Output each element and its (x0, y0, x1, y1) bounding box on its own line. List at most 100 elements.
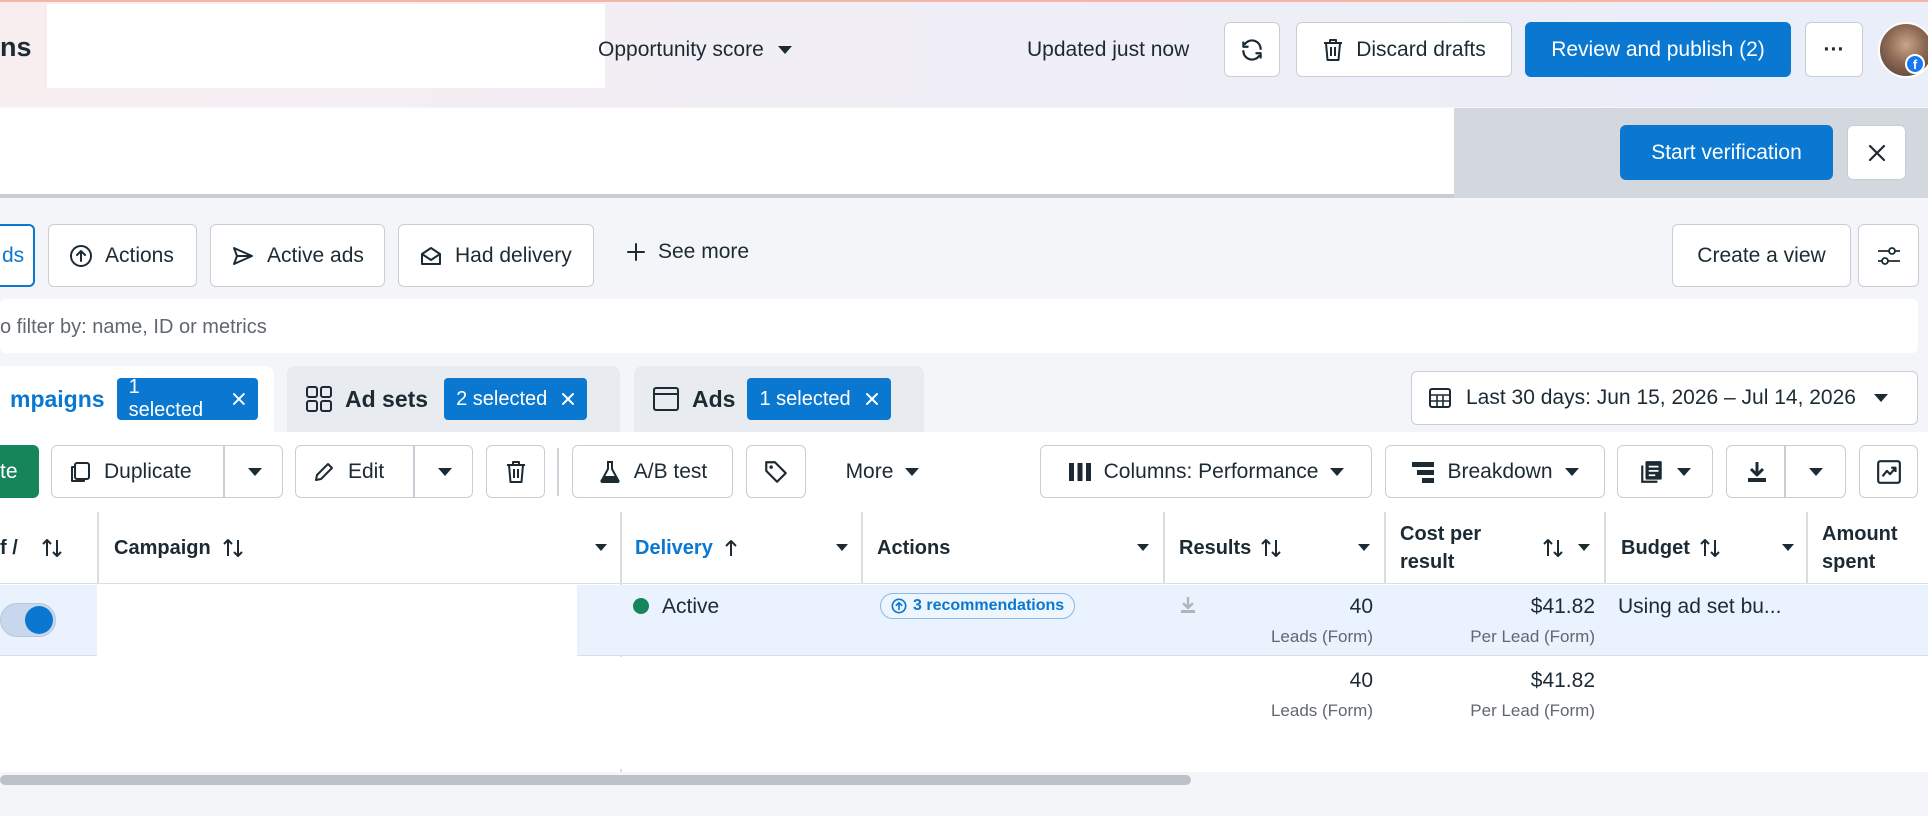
start-verification-label: Start verification (1651, 140, 1802, 164)
duplicate-button[interactable]: Duplicate (51, 445, 283, 498)
column-header-label: Amount (1822, 523, 1898, 545)
close-icon[interactable] (561, 392, 575, 406)
create-view-button[interactable]: Create a view (1672, 224, 1851, 287)
search-input[interactable]: o filter by: name, ID or metrics (0, 299, 1918, 353)
total-cost-per-result-value: $41.82 (1530, 669, 1595, 692)
tab-campaigns[interactable]: mpaigns 1 selected (0, 366, 274, 432)
tag-button[interactable] (746, 445, 806, 498)
filter-chip-ads[interactable]: ds (0, 224, 35, 287)
export-dropdown-icon[interactable] (1809, 468, 1823, 476)
review-and-publish-label: Review and publish (2) (1551, 37, 1765, 61)
ads-selected-pill[interactable]: 1 selected (747, 378, 891, 420)
total-results-value: 40 (1349, 669, 1373, 692)
column-menu-icon[interactable] (836, 544, 848, 551)
see-more-filters-button[interactable]: See more (626, 240, 749, 264)
banner-divider (0, 194, 1454, 198)
search-placeholder: o filter by: name, ID or metrics (0, 316, 267, 338)
edit-button[interactable]: Edit (295, 445, 473, 498)
discard-drafts-button[interactable]: Discard drafts (1296, 22, 1512, 77)
more-options-label: ··· (1823, 37, 1845, 61)
adsets-selected-pill[interactable]: 2 selected (444, 378, 588, 420)
review-and-publish-button[interactable]: Review and publish (2) (1525, 22, 1791, 77)
start-verification-button[interactable]: Start verification (1620, 125, 1833, 180)
column-header-budget[interactable]: Budget (1621, 512, 1794, 584)
create-view-label: Create a view (1697, 243, 1826, 267)
filter-chip-had-delivery[interactable]: Had delivery (398, 224, 594, 287)
columns-label: Columns: Performance (1103, 459, 1319, 483)
results-type: Leads (Form) (1270, 627, 1373, 646)
column-header-campaign[interactable]: Campaign (114, 512, 614, 584)
scrollbar-thumb[interactable] (0, 775, 1191, 785)
filter-chip-actions[interactable]: Actions (48, 224, 197, 287)
column-menu-icon[interactable] (1782, 544, 1794, 551)
filter-chip-active-ads[interactable]: Active ads (210, 224, 385, 287)
filter-chip-label: ds (2, 243, 25, 267)
caret-down-icon (777, 46, 792, 54)
caret-down-icon (905, 467, 920, 476)
column-header-amount-spent[interactable]: Amount spent (1822, 512, 1928, 584)
create-button[interactable]: te (0, 445, 39, 498)
column-header-label: result (1400, 551, 1455, 573)
close-icon[interactable] (232, 392, 246, 406)
column-header-label: Delivery (635, 536, 713, 559)
column-header-off-on[interactable]: f / (0, 512, 97, 584)
discard-drafts-label: Discard drafts (1356, 37, 1486, 61)
ab-test-button[interactable]: A/B test (572, 445, 733, 498)
campaigns-selected-pill[interactable]: 1 selected (116, 376, 258, 421)
column-divider (1384, 512, 1386, 584)
column-divider (1604, 512, 1606, 584)
recommendations-badge[interactable]: 3 recommendations (880, 593, 1076, 619)
refresh-button[interactable] (1224, 22, 1280, 77)
columns-icon (1068, 462, 1091, 481)
sort-ascending-icon (725, 540, 737, 556)
more-options-button[interactable]: ··· (1805, 22, 1863, 77)
tab-ads[interactable]: Ads 1 selected (634, 366, 924, 432)
delete-button[interactable] (486, 445, 545, 498)
column-menu-icon[interactable] (1578, 544, 1590, 551)
column-header-label: Campaign (114, 536, 211, 559)
campaign-on-off-toggle[interactable] (0, 603, 56, 637)
column-menu-icon[interactable] (1358, 544, 1370, 551)
column-header-cost-per-result[interactable]: Cost per result (1400, 512, 1590, 584)
column-header-results[interactable]: Results (1179, 512, 1379, 584)
more-actions-label: More (845, 459, 894, 483)
download-icon[interactable] (1180, 596, 1196, 614)
window-icon (653, 387, 679, 411)
columns-dropdown[interactable]: Columns: Performance (1040, 445, 1372, 498)
more-actions-dropdown[interactable]: More (820, 445, 945, 498)
sort-icon (1700, 539, 1720, 557)
column-header-label: Budget (1621, 536, 1690, 559)
column-header-delivery[interactable]: Delivery (635, 512, 855, 584)
cost-per-result-value: $41.82 (1530, 595, 1595, 618)
reports-dropdown[interactable] (1617, 445, 1713, 498)
edit-dropdown-icon[interactable] (438, 468, 452, 476)
sort-icon (42, 539, 62, 557)
opportunity-score-dropdown[interactable]: Opportunity score (598, 38, 792, 62)
column-header-actions[interactable]: Actions (877, 512, 1157, 584)
duplicate-dropdown-icon[interactable] (248, 468, 262, 476)
column-header-label: Cost per (1400, 523, 1482, 545)
filter-chip-label: Actions (105, 243, 174, 267)
filter-settings-button[interactable] (1858, 224, 1919, 287)
results-value: 40 (1349, 595, 1373, 618)
toggle-knob (25, 606, 53, 634)
charts-button[interactable] (1859, 445, 1918, 498)
trash-icon (1324, 38, 1343, 61)
updated-status: Updated just now (1027, 38, 1190, 61)
tab-ad-sets[interactable]: Ad sets 2 selected (287, 366, 620, 432)
total-cost-per-result-type: Per Lead (Form) (1470, 701, 1595, 720)
delivery-status: Active (662, 595, 720, 618)
recommendations-label: 3 recommendations (913, 597, 1065, 614)
column-menu-icon[interactable] (1137, 544, 1149, 551)
close-banner-button[interactable] (1847, 125, 1906, 180)
trash-icon (506, 460, 525, 483)
column-menu-icon[interactable] (595, 544, 607, 551)
redacted-area (47, 4, 605, 88)
caret-down-icon (1330, 467, 1345, 476)
export-button[interactable] (1726, 445, 1846, 498)
breakdown-dropdown[interactable]: Breakdown (1385, 445, 1605, 498)
duplicate-icon (71, 461, 90, 482)
reports-icon (1641, 460, 1662, 483)
close-icon[interactable] (865, 392, 879, 406)
date-range-picker[interactable]: Last 30 days: Jun 15, 2026 – Jul 14, 202… (1411, 371, 1918, 425)
